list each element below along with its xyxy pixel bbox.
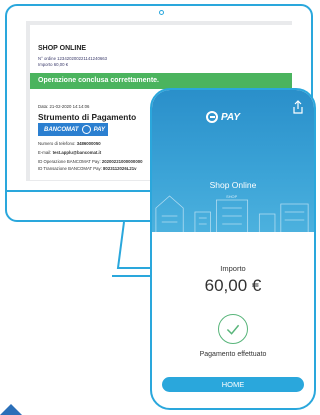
- check-icon: [218, 314, 248, 344]
- bancomat-logo-pay: PAY: [93, 126, 106, 133]
- amount-value: 60,00 €: [204, 276, 262, 295]
- home-button[interactable]: HOME: [162, 377, 304, 392]
- payment-status: Pagamento effettuato: [199, 351, 267, 358]
- receipt-operation-id: ID Operazione BANCOMAT Pay: 202002210000…: [38, 159, 143, 164]
- receipt-method-title: Strumento di Pagamento: [38, 112, 137, 122]
- share-icon[interactable]: [292, 100, 304, 114]
- receipt-operation-id-value: 20200221000000000: [101, 159, 143, 164]
- bancomat-pay-logo: BANCOMAT PAY: [38, 123, 108, 136]
- receipt-transaction-id-label: ID Transazione BANCOMAT Pay:: [38, 166, 102, 171]
- webcam-icon: [159, 10, 164, 15]
- receipt-email-label: E-mail:: [38, 150, 52, 155]
- receipt-phone: Numero di telefono: 3486000050: [38, 141, 101, 146]
- bancomat-logo-text: BANCOMAT: [44, 126, 79, 133]
- shop-sign: SHOP: [226, 194, 237, 199]
- receipt-email: E-mail: test.applu@bancomat.it: [38, 150, 101, 155]
- app-logo-text: PAY: [221, 111, 241, 123]
- receipt-operation-id-label: ID Operazione BANCOMAT Pay:: [38, 159, 101, 164]
- corner-logo-icon: [0, 404, 22, 415]
- receipt-transaction-id: ID Transazione BANCOMAT Pay: 8023112026L…: [38, 166, 137, 171]
- bancomat-pay-icon: [81, 125, 91, 134]
- receipt-amount: Importo 60,00 €: [38, 62, 69, 67]
- amount-label: Importo: [220, 264, 246, 273]
- phone-header: PAY Shop Online SHOP: [152, 90, 314, 232]
- city-skyline-illustration: SHOP: [155, 194, 309, 232]
- receipt-email-value: test.applu@bancomat.it: [52, 150, 102, 155]
- receipt-date: Data: 21-02-2020 14:14:06: [38, 104, 90, 109]
- receipt-phone-value: 3486000050: [76, 141, 101, 146]
- receipt-phone-label: Numero di telefono:: [38, 141, 76, 146]
- receipt-transaction-id-value: 8023112026L21v: [103, 166, 137, 171]
- mobile-phone: PAY Shop Online SHOP Importo 60,00 € Pag…: [150, 88, 316, 410]
- bancomat-pay-app-logo: PAY: [206, 111, 240, 123]
- receipt-order-number: N° ordine 123420200221141240663: [38, 56, 108, 61]
- success-banner: Operazione conclusa correttamente.: [30, 73, 292, 89]
- bancomat-pay-icon: [206, 111, 218, 123]
- receipt-shop-title: SHOP ONLINE: [38, 45, 87, 52]
